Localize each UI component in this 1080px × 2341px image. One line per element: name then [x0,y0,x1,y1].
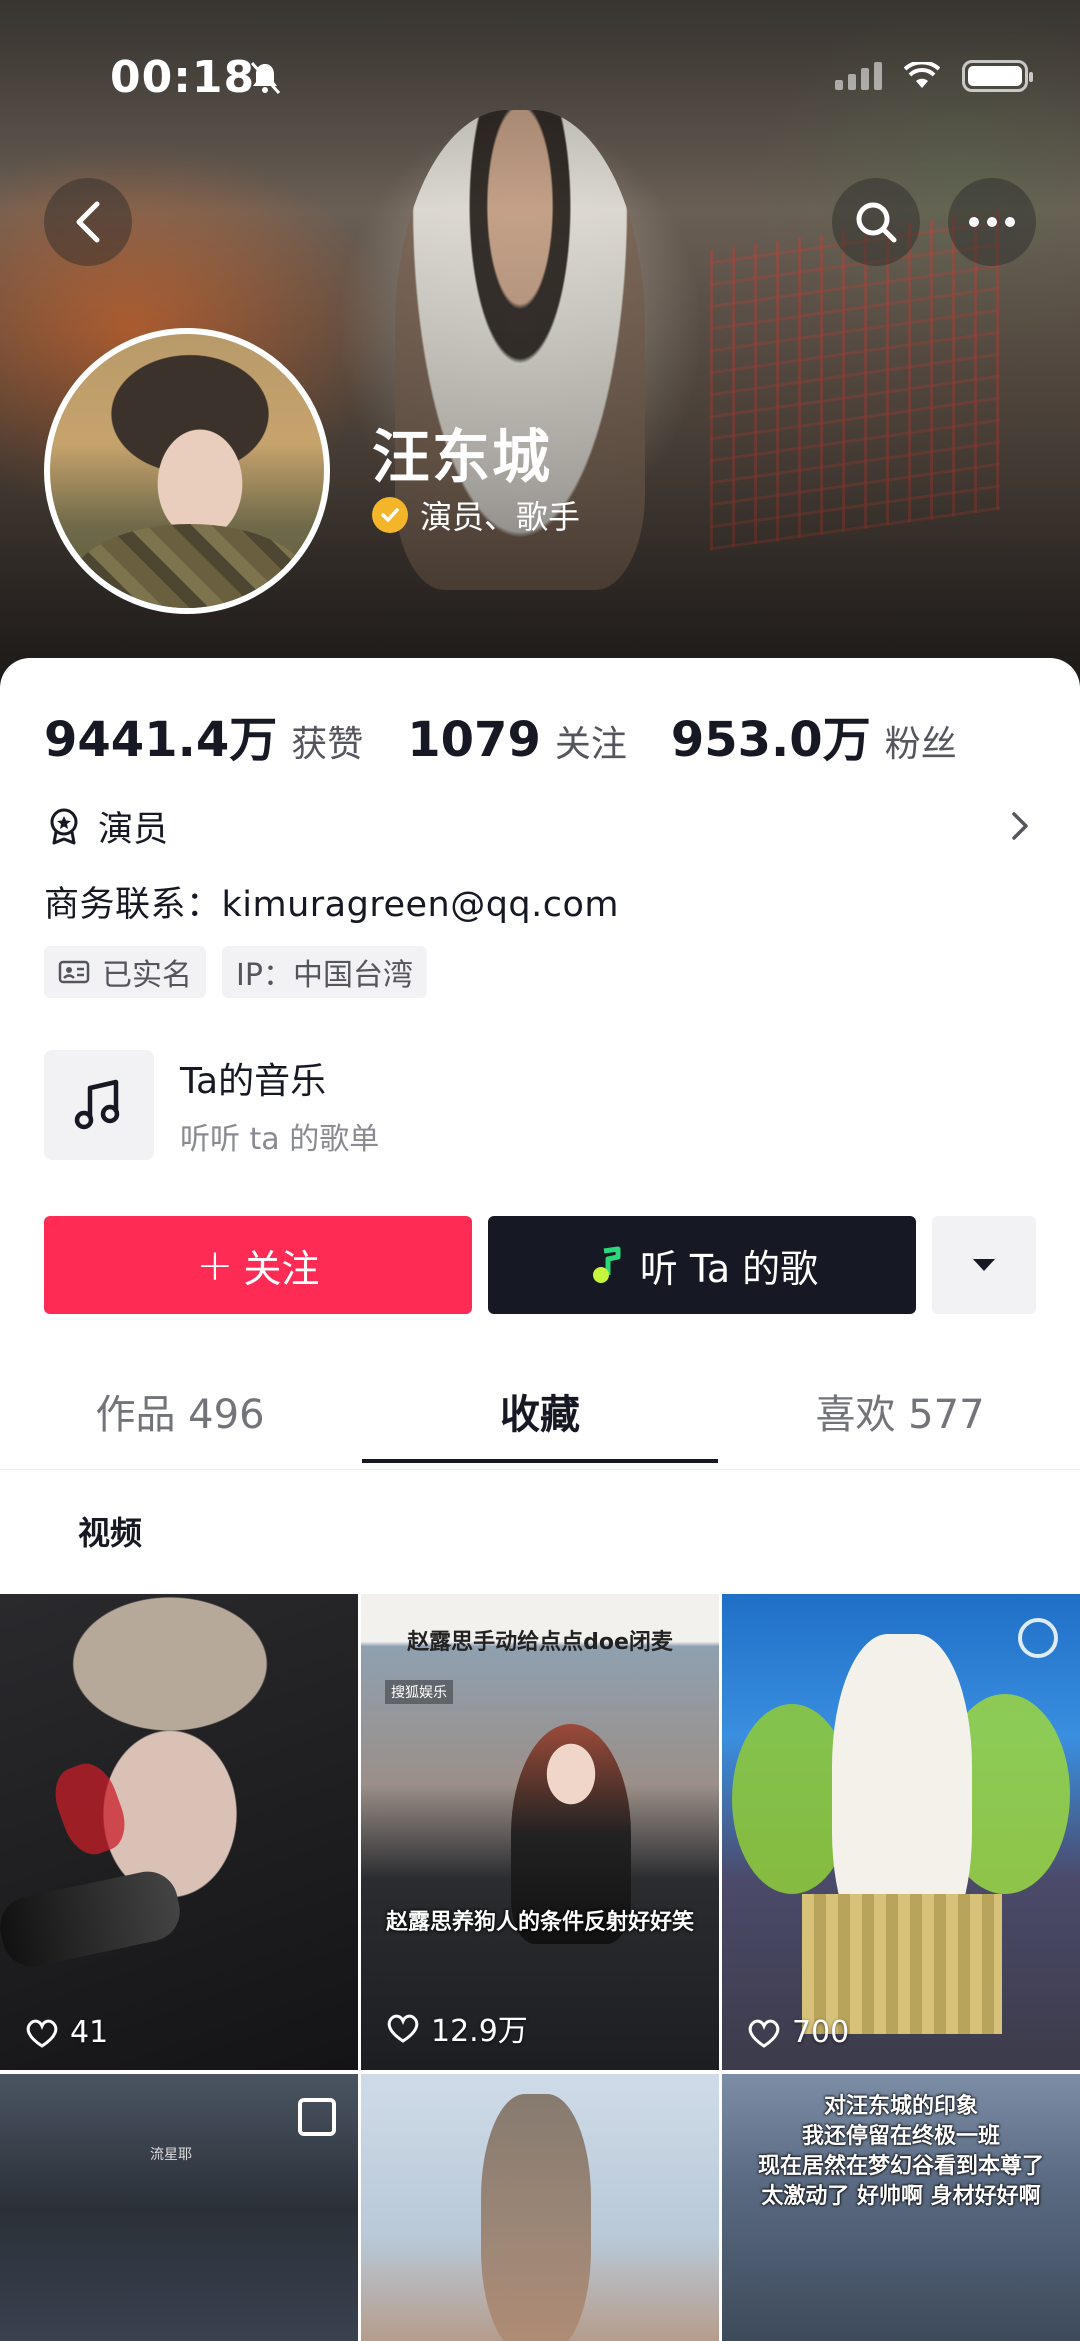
video-side-label: 流星耶 [150,2147,192,2163]
music-app-icon [592,1246,621,1283]
stat-likes-label: 获赞 [291,724,364,765]
profile-tabs: 作品 496 收藏 喜欢 577 [0,1370,1080,1470]
chevron-right-icon [1012,812,1028,840]
profile-name: 汪东城 [372,423,553,491]
more-dots-icon [969,217,1015,227]
video-thumbnail[interactable]: 41 [0,1594,358,2070]
mute-bell-icon [250,61,281,95]
video-source-label: 搜狐娱乐 [385,1680,453,1704]
live-record-icon [1018,1618,1058,1658]
video-thumbnail[interactable] [361,2074,719,2341]
stat-following-value: 1079 [407,712,541,768]
listen-songs-button[interactable]: 听 Ta 的歌 [488,1216,916,1314]
wifi-icon [904,62,940,88]
video-thumbnail[interactable]: 对汪东城的印象 我还停留在终极一班 现在居然在梦幻谷看到本尊了 太激动了 好帅啊… [722,2074,1080,2341]
music-subtitle: 听听 ta 的歌单 [180,1122,380,1157]
more-options-button[interactable] [948,178,1036,266]
video-caption-line: 对汪东城的印象 [823,2094,978,2119]
battery-icon [962,60,1033,92]
video-bottom-caption: 赵露思养狗人的条件反射好好笑 [385,1910,694,1935]
stat-followers-value: 953.0万 [670,712,871,768]
video-thumbnail[interactable]: 赵露思手动给点点doe闭麦 搜狐娱乐 赵露思养狗人的条件反射好好笑 12.9万 [361,1594,719,2070]
search-icon [856,202,897,243]
video-thumbnail[interactable]: 流星耶 [0,2074,358,2341]
status-time: 00:18 [110,52,256,103]
back-button[interactable] [44,178,132,266]
stat-followers[interactable]: 953.0万 粉丝 [671,700,957,770]
like-count: 41 [24,2015,108,2050]
profile-tags: 已实名 IP：中国台湾 [44,946,427,998]
profile-stats: 9441.4万 获赞 1079 关注 953.0万 粉丝 [44,700,1001,770]
triangle-down-icon [973,1259,995,1271]
avatar[interactable] [44,328,330,614]
signal-icon [835,62,882,90]
heart-icon [26,2019,58,2048]
stat-likes-value: 9441.4万 [44,712,278,768]
search-button[interactable] [832,178,920,266]
follow-button-label: 关注 [243,1246,320,1291]
ip-location-tag: IP：中国台湾 [222,946,427,998]
video-caption-line: 我还停留在终极一班 [801,2124,1000,2149]
chevron-left-icon [76,201,100,243]
tab-works[interactable]: 作品 496 [0,1370,360,1469]
like-count: 700 [746,2015,849,2050]
action-buttons: + 关注 听 Ta 的歌 [44,1216,1036,1314]
verified-check-icon [372,497,408,533]
stat-followers-label: 粉丝 [884,724,957,765]
tab-favorites[interactable]: 收藏 [360,1370,720,1469]
multi-image-icon [298,2098,336,2136]
id-card-icon [58,960,90,984]
music-title: Ta的音乐 [180,1061,327,1102]
real-name-tag-label: 已实名 [102,958,192,993]
video-caption-line: 现在居然在梦幻谷看到本尊了 [757,2154,1044,2179]
follow-button[interactable]: + 关注 [44,1216,472,1314]
ip-location-label: IP：中国台湾 [236,958,413,993]
award-badge-icon [50,808,78,845]
music-thumbnail [44,1050,154,1160]
video-thumbnail[interactable]: 700 [722,1594,1080,2070]
video-caption-line: 太激动了 好帅啊 身材好好啊 [761,2184,1041,2209]
more-actions-dropdown[interactable] [932,1216,1036,1314]
heart-icon [748,2019,780,2048]
stat-likes[interactable]: 9441.4万 获赞 [44,700,363,770]
section-label: 视频 [78,1514,143,1552]
stat-following-label: 关注 [554,724,627,765]
music-note-icon [74,1079,120,1130]
like-count: 12.9万 [385,2006,528,2050]
listen-songs-label: 听 Ta 的歌 [639,1246,819,1291]
verification-row: 演员、歌手 [372,492,580,538]
heart-icon [387,2014,419,2043]
verified-title: 演员、歌手 [420,498,581,536]
stat-following[interactable]: 1079 关注 [407,712,627,768]
real-name-tag: 已实名 [44,946,206,998]
business-contact: 商务联系：kimuragreen@qq.com [44,885,620,925]
video-top-caption: 赵露思手动给点点doe闭麦 [407,1630,673,1655]
occupation-text: 演员 [98,809,169,850]
status-indicators [835,60,1033,92]
occupation-row[interactable]: 演员 [44,798,1036,854]
video-grid: 41 赵露思手动给点点doe闭麦 搜狐娱乐 赵露思养狗人的条件反射好好笑 12.… [0,1594,1080,2341]
plus-icon: + [196,1239,234,1291]
music-entry[interactable]: Ta的音乐 听听 ta 的歌单 [44,1050,379,1160]
tab-likes[interactable]: 喜欢 577 [720,1370,1080,1469]
